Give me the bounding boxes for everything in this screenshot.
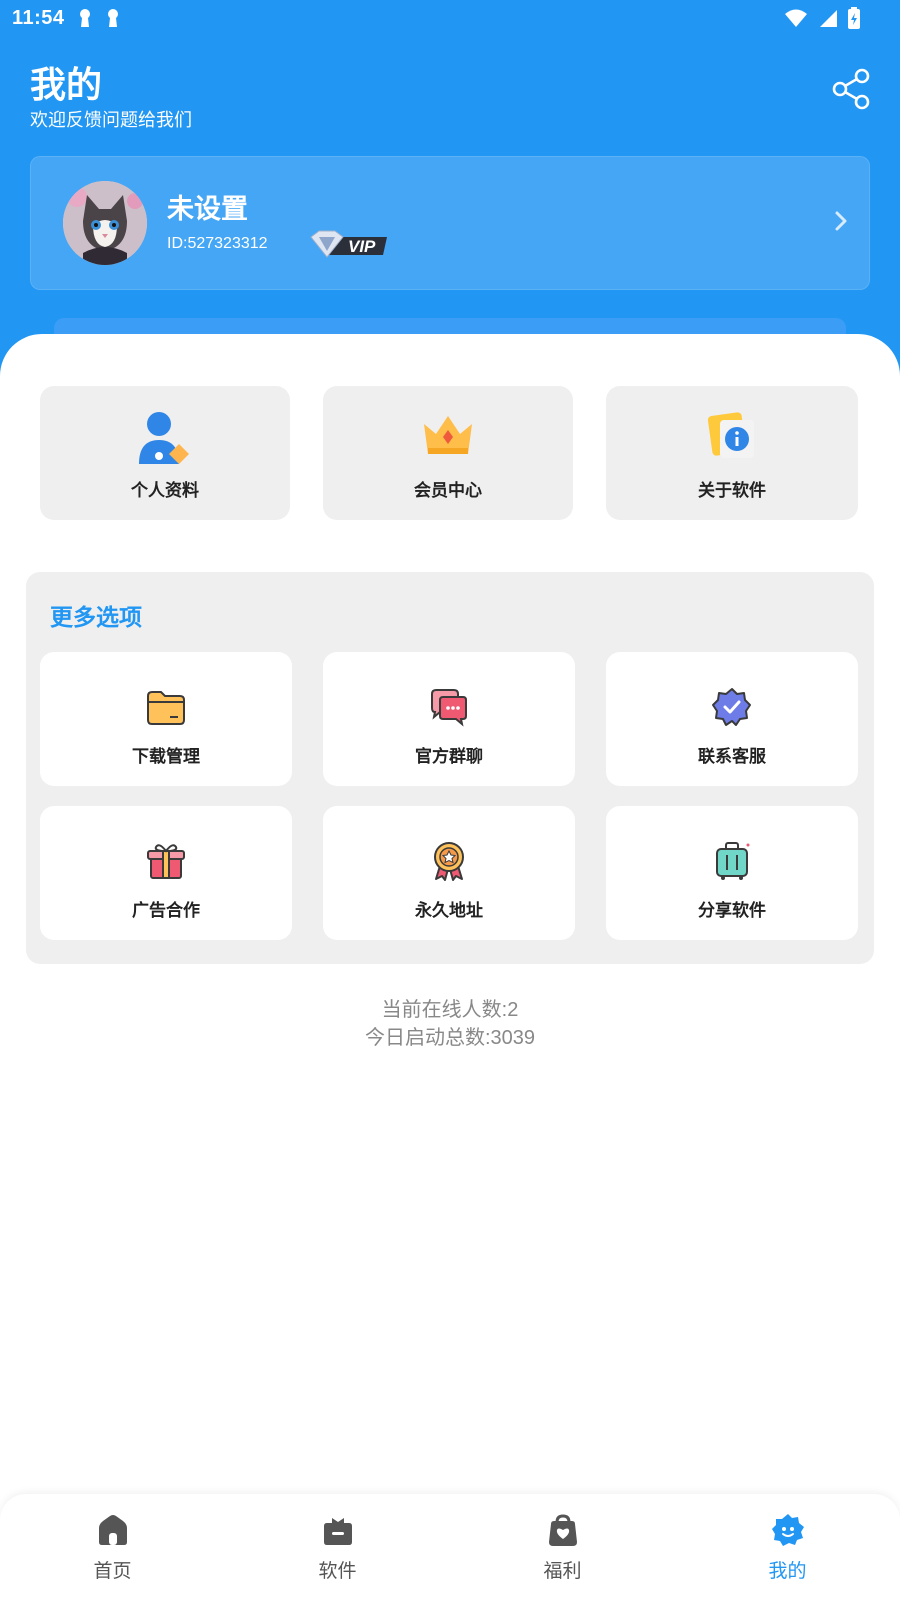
- apps-icon: [323, 1518, 352, 1545]
- profile-card[interactable]: 未设置 ID:527323312 VIP: [30, 156, 870, 290]
- nav-software[interactable]: 软件: [225, 1494, 450, 1600]
- wifi-icon: [785, 9, 807, 27]
- option-label: 分享软件: [698, 901, 766, 920]
- keyhole-icon: [80, 9, 90, 27]
- nav-welfare[interactable]: 福利: [450, 1494, 675, 1600]
- status-notification-icons: [78, 8, 120, 28]
- status-time: 11:54: [12, 7, 65, 29]
- option-label: 广告合作: [132, 901, 200, 920]
- medal-icon: [434, 842, 464, 881]
- signal-icon: [820, 10, 837, 27]
- page-subtitle: 欢迎反馈问题给我们: [30, 110, 192, 130]
- vip-badge: VIP: [309, 227, 391, 261]
- nav-mine[interactable]: 我的: [675, 1494, 900, 1600]
- home-icon: [98, 1515, 127, 1545]
- option-official-group[interactable]: 官方群聊: [323, 652, 575, 786]
- content-sheet: [0, 334, 900, 1600]
- battery-icon: [848, 7, 860, 29]
- option-contact-support[interactable]: 联系客服: [606, 652, 858, 786]
- profile-name: 未设置: [167, 194, 248, 224]
- option-label: 官方群聊: [415, 747, 483, 766]
- user-profile-icon: [139, 412, 189, 464]
- bottom-nav: 首页 软件 福利 我的: [0, 1494, 900, 1600]
- option-permanent-address[interactable]: 永久地址: [323, 806, 575, 940]
- tile-about[interactable]: 关于软件: [606, 386, 858, 520]
- option-share-app[interactable]: 分享软件: [606, 806, 858, 940]
- tile-label: 关于软件: [698, 481, 766, 500]
- avatar[interactable]: [63, 181, 147, 265]
- vip-diamond-icon: VIP: [310, 230, 387, 258]
- chevron-right-icon: [831, 209, 851, 233]
- vip-badge-text: VIP: [348, 237, 376, 256]
- info-icon: [707, 412, 754, 458]
- chat-icon: [431, 689, 467, 727]
- page-title: 我的: [30, 64, 103, 105]
- bag-icon: [548, 1514, 577, 1546]
- more-options-title: 更多选项: [50, 604, 142, 630]
- status-bar: 11:54: [0, 0, 900, 36]
- cat-avatar-icon: [63, 181, 147, 265]
- tile-membership[interactable]: 会员中心: [323, 386, 573, 520]
- folder-icon: [147, 691, 185, 725]
- nav-label: 软件: [318, 1561, 357, 1582]
- profile-id: ID:527323312: [167, 235, 268, 252]
- tile-label: 会员中心: [414, 481, 482, 500]
- option-label: 永久地址: [415, 901, 483, 920]
- option-label: 联系客服: [698, 747, 766, 766]
- nav-home[interactable]: 首页: [0, 1494, 225, 1600]
- nav-label: 首页: [93, 1561, 132, 1582]
- luggage-icon: [716, 842, 750, 880]
- gift-icon: [147, 844, 185, 879]
- tile-label: 个人资料: [131, 481, 199, 500]
- more-options-panel: 更多选项 下载管理 官方群聊 联系客服 广告合作 永久地址 分享软件: [26, 572, 874, 964]
- nav-label: 福利: [543, 1561, 582, 1582]
- option-download-manager[interactable]: 下载管理: [40, 652, 292, 786]
- option-label: 下载管理: [132, 747, 200, 766]
- crown-icon: [424, 416, 472, 454]
- tile-profile[interactable]: 个人资料: [40, 386, 290, 520]
- online-count-text: 当前在线人数:2: [381, 999, 519, 1021]
- profile-icon: [771, 1514, 804, 1546]
- share-icon: [832, 68, 870, 110]
- launch-count-text: 今日启动总数:3039: [364, 1027, 536, 1049]
- nav-label: 我的: [768, 1561, 807, 1582]
- stats-block: 当前在线人数:2 今日启动总数:3039: [0, 996, 900, 1052]
- verified-badge-icon: [712, 688, 751, 726]
- keyhole-icon: [108, 9, 118, 27]
- option-ad-cooperation[interactable]: 广告合作: [40, 806, 292, 940]
- share-button[interactable]: [832, 68, 872, 110]
- status-system-icons: [784, 7, 860, 29]
